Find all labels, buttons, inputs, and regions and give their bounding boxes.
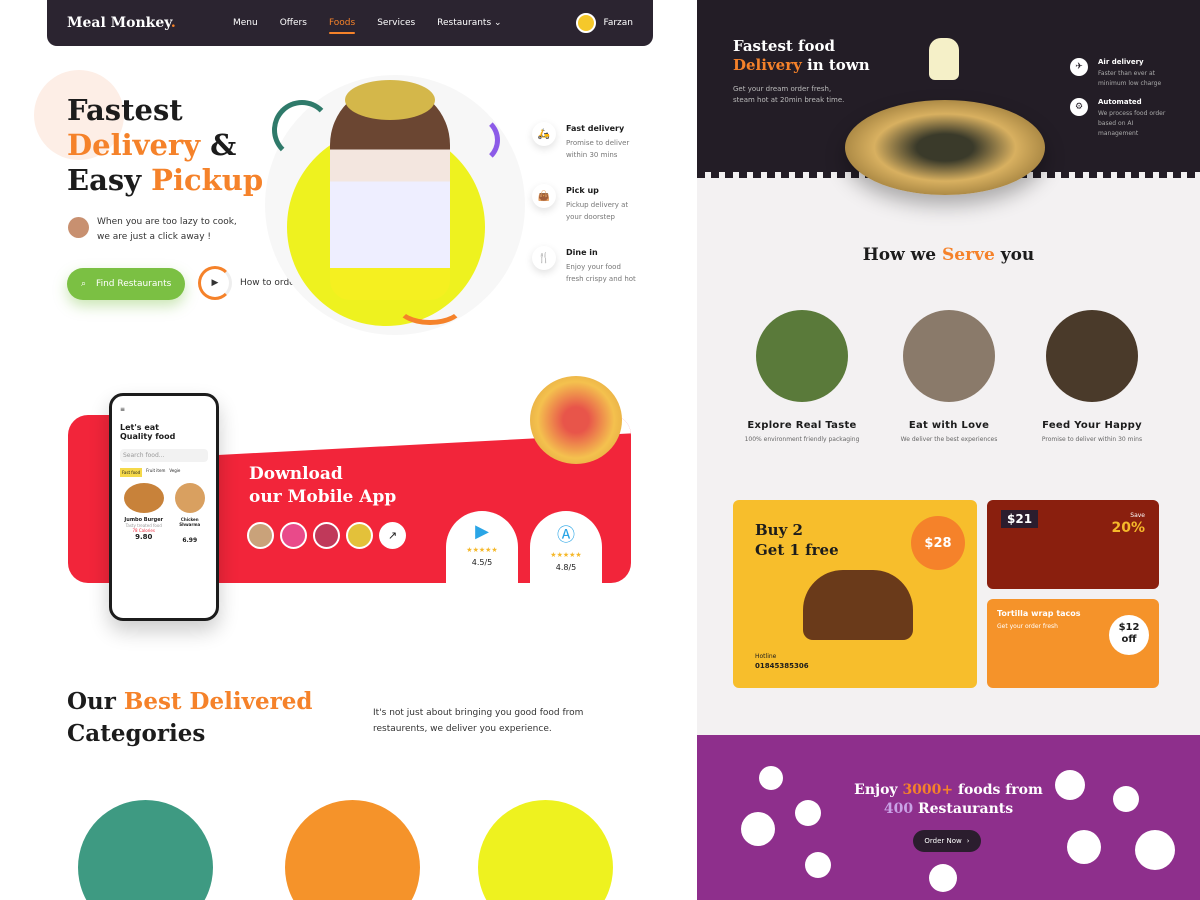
phone-search: Search food...	[120, 449, 208, 462]
user-menu[interactable]: Farzan	[576, 13, 633, 33]
tagline: When you are too lazy to cook, we are jus…	[97, 217, 237, 242]
category-chicken[interactable]	[78, 800, 213, 900]
restaurant-logo[interactable]	[1113, 786, 1139, 812]
play-store-card[interactable]: ▶ ★★★★★ 4.5/5	[446, 511, 518, 591]
hero-hat	[345, 80, 435, 120]
rating-value: 4.8/5	[555, 563, 577, 572]
navbar: Meal Monkey. Menu Offers Foods Services …	[47, 0, 653, 46]
find-restaurants-button[interactable]: ⌕ Find Restaurants	[67, 268, 185, 300]
app-store-icon: Ⓐ	[557, 525, 575, 546]
restaurant-logo[interactable]	[805, 852, 831, 878]
restaurant-logo[interactable]	[929, 864, 957, 892]
feature-dine-in: 🍴 Dine in Enjoy your food fresh crispy an…	[532, 246, 636, 285]
nav-restaurants[interactable]: Restaurants ⌄	[426, 0, 512, 46]
cutlery-icon: 🍴	[532, 246, 556, 270]
restaurant-logo[interactable]	[1055, 770, 1085, 800]
menu-icon: ≡	[120, 406, 126, 413]
price-badge: $28	[911, 516, 965, 570]
chevron-right-icon: ›	[966, 837, 970, 845]
serve-item: Eat with Love We deliver the best experie…	[874, 310, 1024, 445]
right-hero-title: Fastest food Delivery in town	[733, 37, 870, 74]
left-panel: Meal Monkey. Menu Offers Foods Services …	[0, 0, 697, 900]
avatar	[313, 522, 340, 549]
chef-image	[929, 38, 959, 80]
avatar	[346, 522, 373, 549]
restaurant-logo[interactable]	[795, 800, 821, 826]
tagline-avatar	[68, 217, 89, 238]
decor-arc	[450, 115, 500, 165]
avatar	[576, 13, 597, 33]
play-icon: ▶	[198, 266, 232, 300]
nav-menu-item[interactable]: Menu	[222, 0, 269, 46]
nav-offers[interactable]: Offers	[269, 0, 318, 46]
feature-fast-delivery: 🛵 Fast delivery Promise to deliver within…	[532, 122, 636, 161]
burger-image	[803, 570, 913, 640]
restaurant-logo[interactable]	[1135, 830, 1175, 870]
download-title: Download our Mobile App	[249, 464, 397, 507]
pizza-image	[845, 100, 1045, 195]
feature-automated: ⚙ Automated We process food order based o…	[1070, 98, 1168, 139]
bag-icon: 👜	[532, 184, 556, 208]
feature-air-delivery: ✈ Air delivery Faster than ever at minimu…	[1070, 58, 1168, 89]
user-name: Farzan	[603, 18, 633, 28]
serve-title: How we Serve you	[862, 245, 1035, 265]
category-fries[interactable]	[478, 800, 613, 900]
pizza-image	[530, 376, 622, 464]
avatar	[247, 522, 274, 549]
rating-stars: ★★★★★	[466, 546, 498, 554]
arrow-icon[interactable]: ↗	[379, 522, 406, 549]
robot-icon: ⚙	[1070, 98, 1088, 116]
promo-buy2[interactable]: Buy 2 Get 1 free $28 Hotline 01845385306	[733, 500, 977, 688]
serve-image	[1046, 310, 1138, 402]
plane-icon: ✈	[1070, 58, 1088, 76]
order-now-button[interactable]: Order Now ›	[913, 830, 981, 852]
search-icon: ⌕	[81, 279, 87, 289]
avatar	[280, 522, 307, 549]
right-hero-desc: Get your dream order fresh, steam hot at…	[733, 85, 845, 104]
hero-title: Fastest Delivery & Easy Pickup	[67, 93, 264, 197]
play-store-icon: ▶	[475, 521, 489, 542]
serve-image	[903, 310, 995, 402]
decor-arc	[395, 285, 465, 325]
rating-value: 4.5/5	[471, 558, 493, 567]
right-panel: Fastest food Delivery in town Get your d…	[697, 0, 1200, 900]
nav-foods[interactable]: Foods	[318, 0, 366, 46]
promo-tacos[interactable]: Tortilla wrap tacos Get your order fresh…	[987, 599, 1159, 688]
phone-mockup: ≡ Let's eat Quality food Search food... …	[109, 393, 219, 621]
promo-discount[interactable]: $21 Save 20%	[987, 500, 1159, 589]
serve-item: Explore Real Taste 100% environment frien…	[727, 310, 877, 445]
serve-image	[756, 310, 848, 402]
decor-arc	[272, 100, 332, 160]
feature-pick-up: 👜 Pick up Pickup delivery at your doorste…	[532, 184, 636, 223]
nav-services[interactable]: Services	[366, 0, 426, 46]
restaurant-logo[interactable]	[741, 812, 775, 846]
restaurant-logo[interactable]	[1067, 830, 1101, 864]
category-drinks[interactable]	[285, 800, 420, 900]
logo[interactable]: Meal Monkey.	[67, 15, 176, 31]
app-store-card[interactable]: Ⓐ ★★★★★ 4.8/5	[530, 511, 602, 591]
user-faces: ↗	[247, 522, 406, 549]
scooter-icon: 🛵	[532, 122, 556, 146]
categories-title: Our Best Delivered Categories	[67, 688, 313, 747]
restaurant-logo[interactable]	[759, 766, 783, 790]
categories-text: It's not just about bringing you good fo…	[373, 708, 584, 734]
nav-menu: Menu Offers Foods Services Restaurants ⌄	[222, 0, 513, 46]
rating-stars: ★★★★★	[550, 551, 582, 559]
serve-item: Feed Your Happy Promise to deliver within…	[1017, 310, 1167, 445]
